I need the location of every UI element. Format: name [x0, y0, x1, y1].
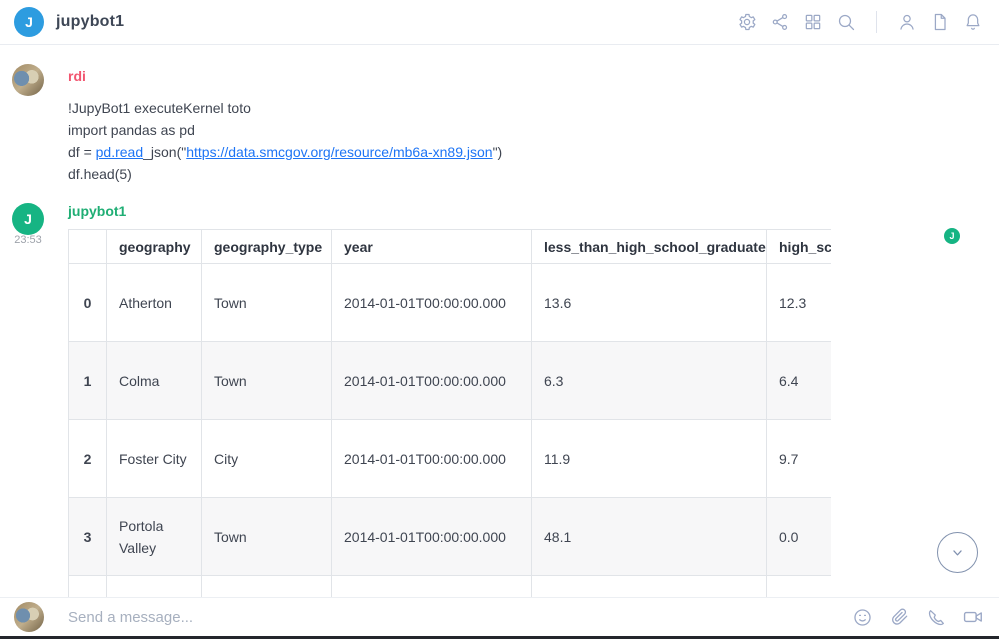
table-cell: City [202, 420, 332, 498]
message-composer [0, 597, 999, 636]
read-receipt-badge: J [944, 228, 960, 244]
table-cell: 11.9 [532, 420, 767, 498]
table-cell: 0 [69, 264, 107, 342]
table-cell [767, 576, 832, 598]
app-window: J jupybot1 [0, 0, 999, 639]
dataframe-body: 0AthertonTown2014-01-01T00:00:00.00013.6… [69, 264, 832, 598]
bot-avatar-letter: J [24, 211, 32, 227]
search-icon[interactable] [834, 10, 858, 34]
emoji-icon[interactable] [850, 605, 874, 629]
person-icon[interactable] [895, 10, 919, 34]
message-jupybot1: J 23:53 jupybot1 geographygeography_type… [0, 203, 999, 597]
dataframe-table-container[interactable]: geographygeography_typeyearless_than_hig… [68, 229, 831, 597]
table-cell: 2014-01-01T00:00:00.000 [332, 498, 532, 576]
table-cell: 12.3 [767, 264, 832, 342]
table-cell: 0.0 [767, 498, 832, 576]
message-text-line: import pandas as pd [68, 119, 999, 141]
code-link[interactable]: pd.read [96, 144, 143, 160]
table-cell: 1 [69, 342, 107, 420]
table-cell [69, 576, 107, 598]
table-cell [107, 576, 202, 598]
channel-avatar[interactable]: J [14, 7, 44, 37]
column-header: year [332, 230, 532, 264]
table-cell [332, 576, 532, 598]
channel-title[interactable]: jupybot1 [56, 13, 124, 31]
message-text-line: df.head(5) [68, 163, 999, 185]
table-row: 1ColmaTown2014-01-01T00:00:00.0006.36.4 [69, 342, 832, 420]
header-toolbar [735, 10, 985, 34]
message-list[interactable]: rdi !JupyBot1 executeKernel toto import … [0, 45, 999, 597]
message-timestamp: 23:53 [12, 234, 44, 246]
read-receipt-letter: J [949, 231, 954, 241]
apps-grid-icon[interactable] [801, 10, 825, 34]
jump-to-bottom-button[interactable] [937, 532, 978, 573]
table-cell: 2014-01-01T00:00:00.000 [332, 264, 532, 342]
column-header: geography_type [202, 230, 332, 264]
composer-toolbar [850, 605, 985, 629]
table-row: 3Portola ValleyTown2014-01-01T00:00:00.0… [69, 498, 832, 576]
table-row: 2Foster CityCity2014-01-01T00:00:00.0001… [69, 420, 832, 498]
table-cell: 6.3 [532, 342, 767, 420]
message-rdi: rdi !JupyBot1 executeKernel toto import … [0, 64, 999, 185]
column-header: less_than_high_school_graduate [532, 230, 767, 264]
table-cell: 9.7 [767, 420, 832, 498]
chevron-down-icon [948, 543, 967, 562]
column-header [69, 230, 107, 264]
message-input[interactable] [68, 609, 840, 626]
table-row [69, 576, 832, 598]
table-cell: 3 [69, 498, 107, 576]
table-cell: 2014-01-01T00:00:00.000 [332, 342, 532, 420]
composer-avatar[interactable] [14, 602, 44, 632]
table-cell: 13.6 [532, 264, 767, 342]
table-cell: Town [202, 342, 332, 420]
channel-header: J jupybot1 [0, 0, 999, 45]
table-cell: Town [202, 498, 332, 576]
table-cell: 48.1 [532, 498, 767, 576]
channel-avatar-letter: J [25, 14, 33, 30]
header-divider [876, 11, 877, 33]
phone-icon[interactable] [924, 605, 948, 629]
table-cell: Colma [107, 342, 202, 420]
table-cell: Portola Valley [107, 498, 202, 576]
table-cell [202, 576, 332, 598]
dataframe-head-row: geographygeography_typeyearless_than_hig… [69, 230, 832, 264]
video-camera-icon[interactable] [961, 605, 985, 629]
username-rdi[interactable]: rdi [68, 69, 86, 84]
url-link[interactable]: https://data.smcgov.org/resource/mb6a-xn… [186, 144, 492, 160]
table-row: 0AthertonTown2014-01-01T00:00:00.00013.6… [69, 264, 832, 342]
bell-icon[interactable] [961, 10, 985, 34]
table-cell [532, 576, 767, 598]
document-icon[interactable] [928, 10, 952, 34]
table-cell: 2 [69, 420, 107, 498]
code-text: _json(" [143, 144, 186, 160]
share-icon[interactable] [768, 10, 792, 34]
paperclip-icon[interactable] [887, 605, 911, 629]
dataframe-table: geographygeography_typeyearless_than_hig… [68, 229, 831, 597]
gear-icon[interactable] [735, 10, 759, 34]
column-header: high_school_graduate [767, 230, 832, 264]
table-cell: 6.4 [767, 342, 832, 420]
table-cell: Town [202, 264, 332, 342]
code-text: ") [493, 144, 503, 160]
table-cell: 2014-01-01T00:00:00.000 [332, 420, 532, 498]
bot-avatar[interactable]: J [12, 203, 44, 235]
code-text: df = [68, 144, 96, 160]
column-header: geography [107, 230, 202, 264]
table-cell: Foster City [107, 420, 202, 498]
username-jupybot1[interactable]: jupybot1 [68, 204, 126, 219]
table-cell: Atherton [107, 264, 202, 342]
message-text-line: df = pd.read_json("https://data.smcgov.o… [68, 141, 999, 163]
message-text-line: !JupyBot1 executeKernel toto [68, 97, 999, 119]
user-avatar[interactable] [12, 64, 44, 96]
